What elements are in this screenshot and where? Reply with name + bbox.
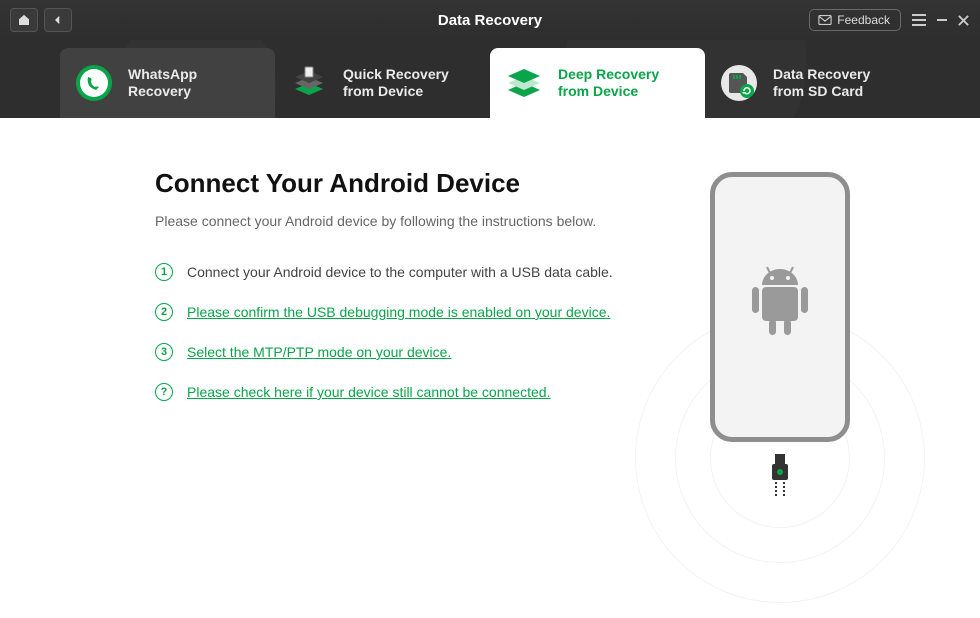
tab-quick-recovery[interactable]: Quick Recovery from Device: [275, 48, 490, 118]
tab-label: Recovery: [128, 83, 197, 101]
mode-tabs: WhatsApp Recovery Quick Recovery from De…: [0, 40, 980, 118]
back-button[interactable]: [44, 8, 72, 32]
device-illustration: [650, 168, 910, 584]
tab-label: from SD Card: [773, 83, 870, 101]
step-3: 3 Select the MTP/PTP mode on your device…: [155, 343, 650, 361]
feedback-label: Feedback: [837, 13, 890, 27]
usb-connector-icon: [771, 454, 789, 503]
home-button[interactable]: [10, 8, 38, 32]
deep-recovery-icon: [504, 63, 544, 103]
mail-icon: [818, 15, 832, 25]
close-button[interactable]: [957, 14, 970, 27]
tab-sd-card-recovery[interactable]: Data Recovery from SD Card: [705, 48, 920, 118]
usb-debugging-link[interactable]: Please confirm the USB debugging mode is…: [187, 304, 610, 320]
step-number-icon: 1: [155, 263, 173, 281]
step-number-icon: 2: [155, 303, 173, 321]
page-title: Connect Your Android Device: [155, 168, 650, 199]
android-robot-icon: [745, 265, 815, 350]
sd-card-icon: [719, 63, 759, 103]
menu-button[interactable]: [911, 13, 927, 27]
feedback-button[interactable]: Feedback: [809, 9, 901, 31]
phone-outline-icon: [710, 172, 850, 442]
tab-whatsapp-recovery[interactable]: WhatsApp Recovery: [60, 48, 275, 118]
step-text: Connect your Android device to the compu…: [187, 264, 613, 280]
page-subtitle: Please connect your Android device by fo…: [155, 213, 650, 229]
quick-recovery-icon: [289, 63, 329, 103]
title-bar: Data Recovery Feedback: [0, 0, 980, 40]
tab-label: Data Recovery: [773, 66, 870, 84]
mtp-ptp-link[interactable]: Select the MTP/PTP mode on your device.: [187, 344, 451, 360]
instruction-steps: 1 Connect your Android device to the com…: [155, 263, 650, 401]
step-help: ? Please check here if your device still…: [155, 383, 650, 401]
tab-label: from Device: [558, 83, 659, 101]
tab-label: Deep Recovery: [558, 66, 659, 84]
help-icon: ?: [155, 383, 173, 401]
tab-label: WhatsApp: [128, 66, 197, 84]
main-content: Connect Your Android Device Please conne…: [0, 118, 980, 584]
whatsapp-icon: [74, 63, 114, 103]
minimize-button[interactable]: [935, 13, 949, 27]
troubleshoot-link[interactable]: Please check here if your device still c…: [187, 384, 550, 400]
tab-label: Quick Recovery: [343, 66, 449, 84]
step-number-icon: 3: [155, 343, 173, 361]
step-2: 2 Please confirm the USB debugging mode …: [155, 303, 650, 321]
tab-deep-recovery[interactable]: Deep Recovery from Device: [490, 48, 705, 118]
tab-label: from Device: [343, 83, 449, 101]
step-1: 1 Connect your Android device to the com…: [155, 263, 650, 281]
